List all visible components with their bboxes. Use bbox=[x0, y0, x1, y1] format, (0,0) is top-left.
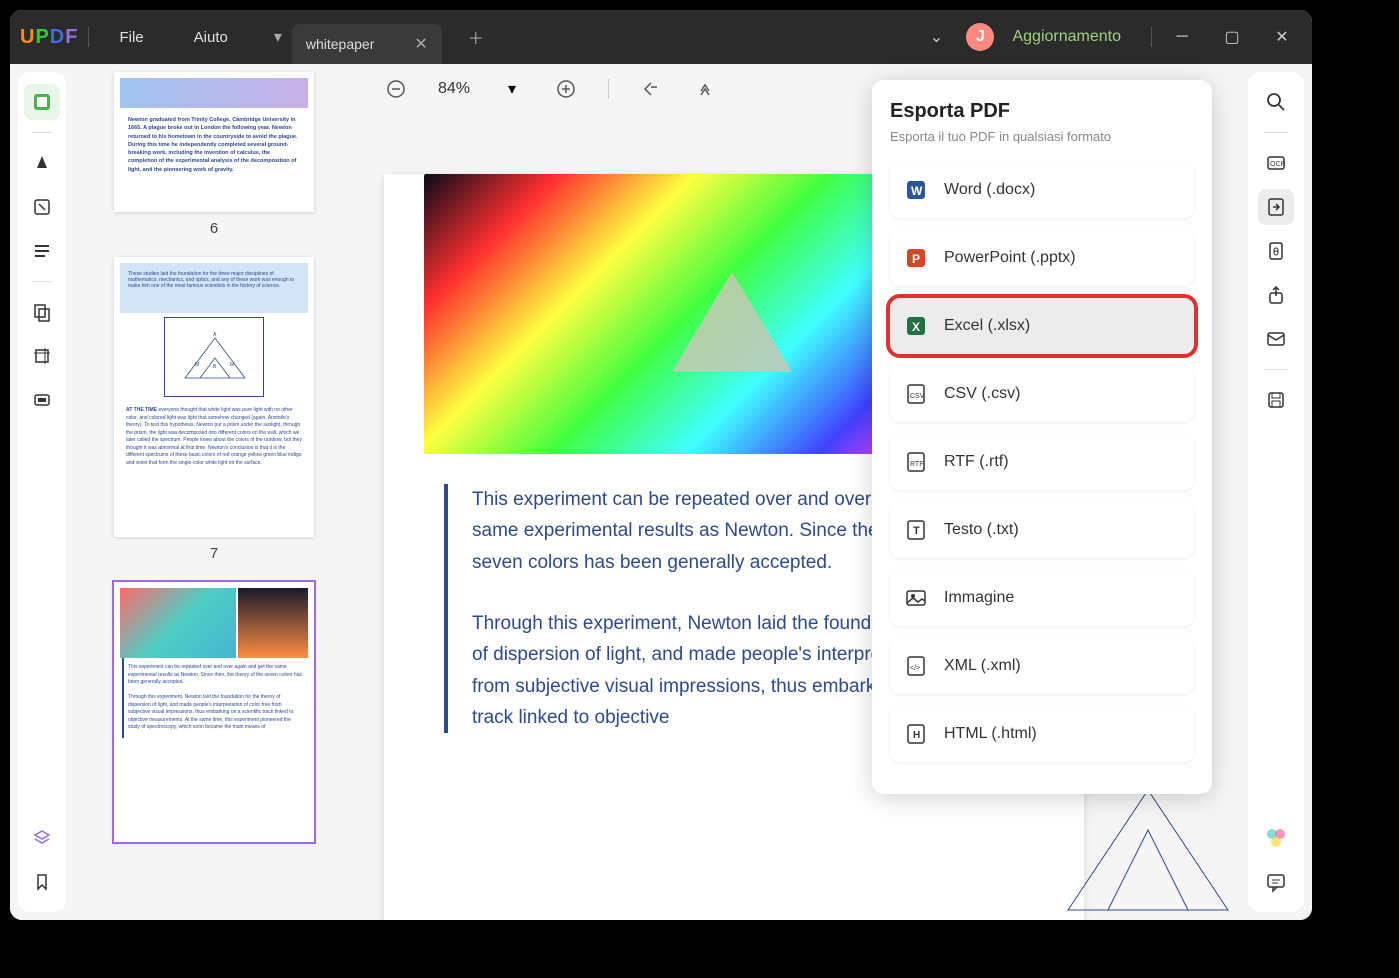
annotate-tool[interactable] bbox=[24, 189, 60, 225]
user-avatar[interactable]: J bbox=[966, 23, 994, 51]
zoom-out-icon[interactable] bbox=[384, 77, 408, 101]
highlight-tool[interactable] bbox=[24, 145, 60, 181]
export-label-image: Immagine bbox=[944, 589, 1014, 607]
bookmark-tool[interactable] bbox=[24, 864, 60, 900]
save-icon[interactable] bbox=[1258, 382, 1294, 418]
csv-icon: CSV bbox=[904, 382, 928, 406]
export-label-html: HTML (.html) bbox=[944, 725, 1037, 743]
tab-label: whitepaper bbox=[306, 36, 375, 52]
export-option-image[interactable]: Immagine bbox=[890, 570, 1194, 626]
export-label-powerpoint: PowerPoint (.pptx) bbox=[944, 249, 1076, 267]
export-label-excel: Excel (.xlsx) bbox=[944, 317, 1030, 335]
share-icon[interactable] bbox=[1258, 277, 1294, 313]
text-tool[interactable] bbox=[24, 233, 60, 269]
left-toolbar bbox=[18, 72, 66, 912]
svg-text:H: H bbox=[913, 730, 920, 741]
export-label-xml: XML (.xml) bbox=[944, 657, 1021, 675]
svg-text:M: M bbox=[230, 362, 234, 368]
ai-icon[interactable] bbox=[1258, 820, 1294, 856]
export-option-html[interactable]: H HTML (.html) bbox=[890, 706, 1194, 762]
export-title: Esporta PDF bbox=[890, 100, 1194, 123]
svg-text:X: X bbox=[912, 320, 920, 334]
update-label[interactable]: Aggiornamento bbox=[1012, 28, 1121, 46]
zoom-level[interactable]: 84% bbox=[438, 80, 470, 98]
copy-tool[interactable] bbox=[24, 294, 60, 330]
thumbnail-7[interactable]: These studies laid the foundation for th… bbox=[82, 257, 346, 562]
xml-icon: </> bbox=[904, 654, 928, 678]
export-label-word: Word (.docx) bbox=[944, 181, 1035, 199]
maximize-icon[interactable]: ▢ bbox=[1212, 22, 1252, 52]
zoom-dropdown-icon[interactable]: ▾ bbox=[500, 77, 524, 101]
prev-page-icon[interactable] bbox=[693, 77, 717, 101]
thumb-num-6: 6 bbox=[210, 220, 218, 237]
export-panel: Esporta PDF Esporta il tuo PDF in qualsi… bbox=[872, 80, 1212, 794]
ocr-icon[interactable]: OCR bbox=[1258, 145, 1294, 181]
powerpoint-icon: P bbox=[904, 246, 928, 270]
layers-tool[interactable] bbox=[24, 820, 60, 856]
export-subtitle: Esporta il tuo PDF in qualsiasi formato bbox=[890, 129, 1194, 144]
svg-text:OCR: OCR bbox=[1270, 161, 1286, 168]
first-page-icon[interactable] bbox=[639, 77, 663, 101]
search-icon[interactable] bbox=[1258, 84, 1294, 120]
export-label-csv: CSV (.csv) bbox=[944, 385, 1020, 403]
add-tab-icon[interactable]: ＋ bbox=[468, 25, 484, 49]
svg-text:</>: </> bbox=[910, 665, 920, 672]
app-window: UPDF File Aiuto ▾ whitepaper ✕ ＋ ⌄ J Agg… bbox=[10, 10, 1312, 920]
redact-tool[interactable] bbox=[24, 382, 60, 418]
protect-icon[interactable] bbox=[1258, 233, 1294, 269]
thumbnail-6[interactable]: Newton graduated from Trinity College, C… bbox=[82, 72, 346, 237]
email-icon[interactable] bbox=[1258, 321, 1294, 357]
chevron-down-icon[interactable]: ⌄ bbox=[916, 22, 956, 52]
image-icon bbox=[904, 586, 928, 610]
app-logo: UPDF bbox=[20, 26, 78, 49]
export-option-excel[interactable]: X Excel (.xlsx) bbox=[890, 298, 1194, 354]
export-label-text: Testo (.txt) bbox=[944, 521, 1019, 539]
text-icon: T bbox=[904, 518, 928, 542]
export-icon[interactable] bbox=[1258, 189, 1294, 225]
right-toolbar: OCR bbox=[1248, 72, 1304, 912]
export-option-powerpoint[interactable]: P PowerPoint (.pptx) bbox=[890, 230, 1194, 286]
svg-text:W: W bbox=[911, 184, 923, 198]
minimize-icon[interactable]: ─ bbox=[1162, 22, 1202, 52]
svg-text:T: T bbox=[913, 525, 920, 537]
excel-icon: X bbox=[904, 314, 928, 338]
crop-tool[interactable] bbox=[24, 338, 60, 374]
titlebar: UPDF File Aiuto ▾ whitepaper ✕ ＋ ⌄ J Agg… bbox=[10, 10, 1312, 64]
thumb-num-7: 7 bbox=[210, 545, 218, 562]
thumbnails-tool[interactable] bbox=[24, 84, 60, 120]
html-icon: H bbox=[904, 722, 928, 746]
export-option-text[interactable]: T Testo (.txt) bbox=[890, 502, 1194, 558]
svg-text:M: M bbox=[195, 362, 199, 368]
thumbnail-panel: Newton graduated from Trinity College, C… bbox=[74, 64, 354, 920]
rtf-icon: RTF bbox=[904, 450, 928, 474]
zoom-in-icon[interactable] bbox=[554, 77, 578, 101]
tab-dropdown-icon[interactable]: ▾ bbox=[274, 27, 282, 47]
close-tab-icon[interactable]: ✕ bbox=[414, 34, 427, 54]
comment-icon[interactable] bbox=[1258, 864, 1294, 900]
thumbnail-8[interactable]: This experiment can be repeated over and… bbox=[82, 582, 346, 850]
export-option-rtf[interactable]: RTF RTF (.rtf) bbox=[890, 434, 1194, 490]
svg-text:B: B bbox=[213, 364, 217, 370]
svg-text:RTF: RTF bbox=[910, 461, 923, 468]
menu-help[interactable]: Aiuto bbox=[174, 29, 248, 46]
export-option-csv[interactable]: CSV CSV (.csv) bbox=[890, 366, 1194, 422]
menu-file[interactable]: File bbox=[99, 29, 163, 46]
svg-text:A: A bbox=[213, 332, 217, 338]
document-tab[interactable]: whitepaper ✕ bbox=[292, 24, 442, 64]
close-window-icon[interactable]: ✕ bbox=[1262, 22, 1302, 52]
word-icon: W bbox=[904, 178, 928, 202]
export-option-word[interactable]: W Word (.docx) bbox=[890, 162, 1194, 218]
export-option-xml[interactable]: </> XML (.xml) bbox=[890, 638, 1194, 694]
svg-text:P: P bbox=[912, 252, 920, 266]
export-label-rtf: RTF (.rtf) bbox=[944, 453, 1009, 471]
svg-text:CSV: CSV bbox=[910, 393, 925, 400]
